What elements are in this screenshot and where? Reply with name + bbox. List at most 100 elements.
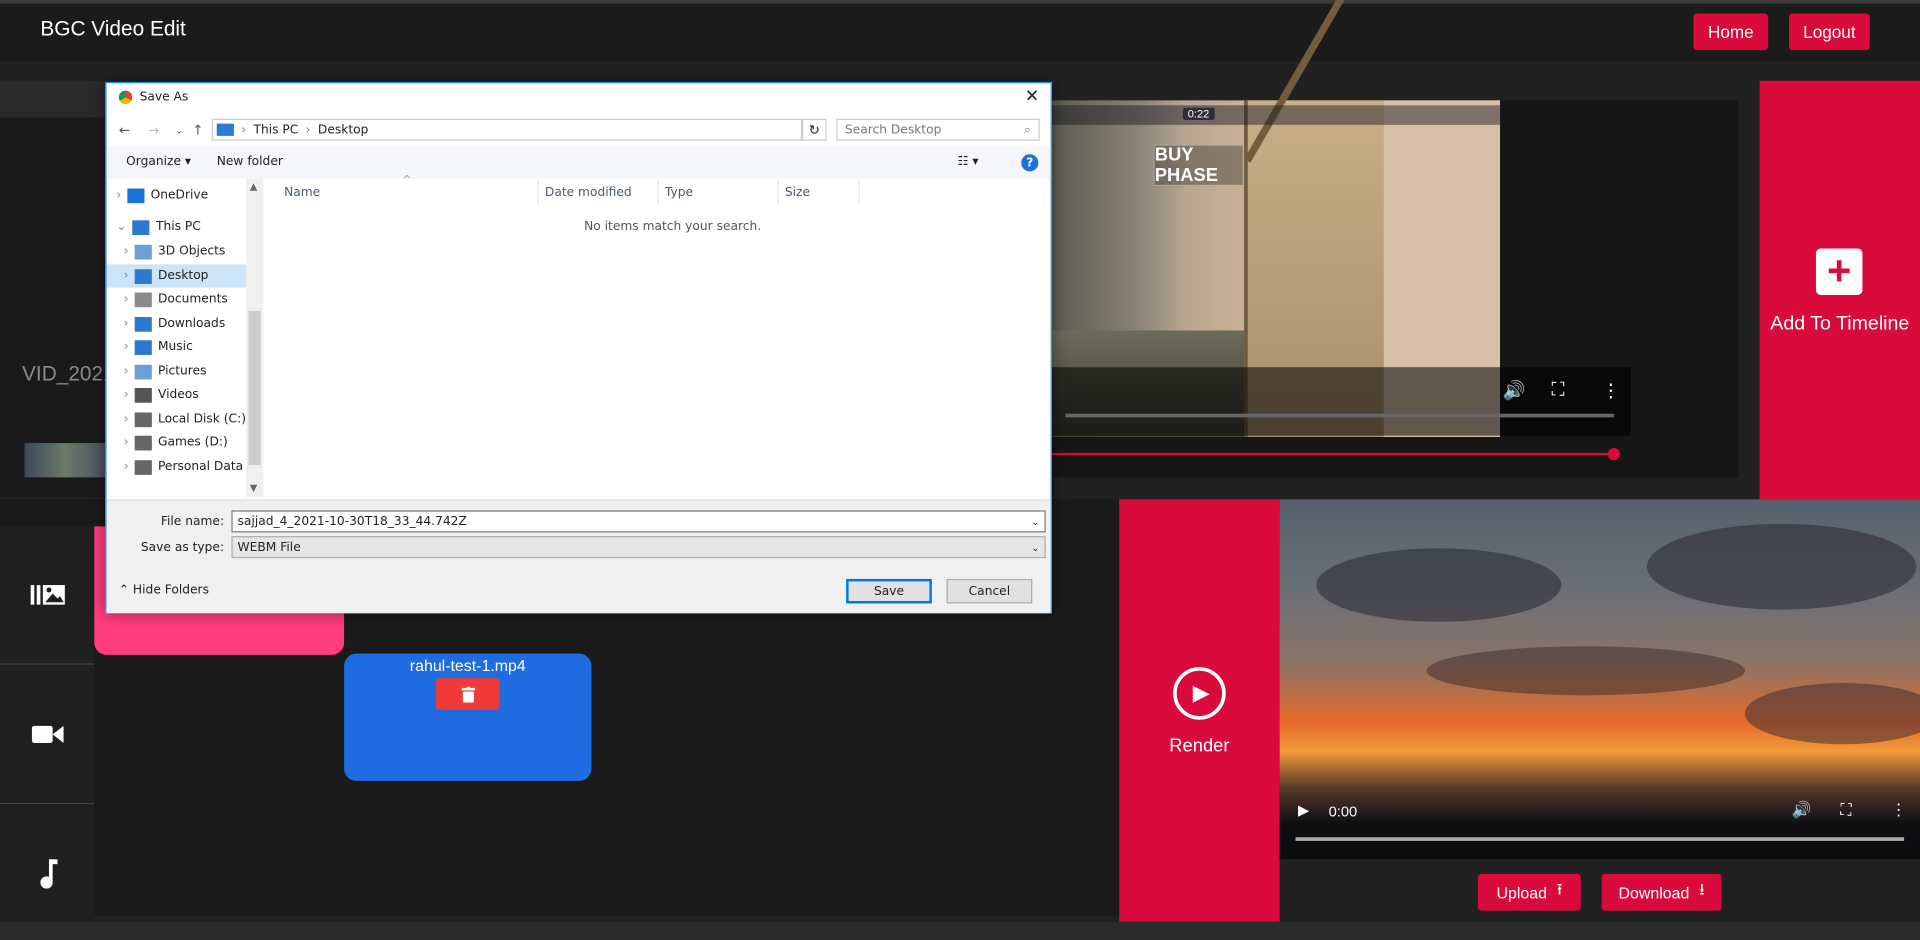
- fullscreen-icon[interactable]: ⛶: [1551, 379, 1564, 400]
- scroll-down-icon[interactable]: ▼: [250, 482, 258, 493]
- computer-icon: [216, 123, 234, 136]
- add-to-timeline-button[interactable]: + Add To Timeline: [1759, 80, 1920, 500]
- video-seek-bar[interactable]: [1295, 837, 1905, 841]
- dialog-footer: File name: sajjad_4_2021-10-30T18_33_44.…: [106, 499, 1051, 614]
- upload-button[interactable]: Upload ⭱: [1477, 873, 1581, 911]
- recent-dropdown-icon[interactable]: ⌄: [175, 125, 183, 136]
- chevron-right-icon[interactable]: ›: [124, 293, 129, 306]
- nav-item[interactable]: › Downloads: [107, 312, 247, 335]
- forward-arrow-icon[interactable]: →: [148, 122, 159, 138]
- chevron-right-icon[interactable]: ›: [124, 388, 129, 401]
- image-library-icon[interactable]: [0, 526, 95, 665]
- chevron-right-icon[interactable]: ›: [116, 188, 121, 201]
- render-button[interactable]: ▶ Render: [1119, 499, 1280, 922]
- address-bar[interactable]: › This PC › Desktop: [211, 118, 803, 141]
- delete-clip-button[interactable]: [435, 678, 500, 710]
- chevron-right-icon[interactable]: ›: [124, 269, 129, 282]
- file-name-label: File name:: [160, 515, 225, 529]
- nav-item[interactable]: › 3D Objects: [107, 240, 247, 263]
- video-thumbnail[interactable]: [24, 443, 106, 478]
- volume-icon[interactable]: 🔊: [1502, 379, 1525, 402]
- save-button[interactable]: Save: [846, 578, 932, 604]
- breadcrumb-item[interactable]: This PC: [253, 123, 298, 136]
- column-divider: [777, 178, 779, 204]
- nav-item[interactable]: › Games (D:): [107, 431, 247, 454]
- play-icon[interactable]: ▶: [1298, 802, 1309, 819]
- timeline-clip[interactable]: rahul-test-1.mp4: [344, 653, 592, 781]
- nav-item[interactable]: › Local Disk (C:): [107, 408, 247, 431]
- chevron-down-icon[interactable]: ⌄: [116, 220, 126, 233]
- more-options-icon[interactable]: ⋮: [1891, 800, 1907, 820]
- column-divider: [858, 178, 860, 204]
- column-type[interactable]: Type: [665, 186, 693, 199]
- nav-item[interactable]: › Pictures: [107, 360, 247, 383]
- buy-phase-banner: BUY PHASE: [1153, 144, 1245, 187]
- column-size[interactable]: Size: [785, 186, 810, 199]
- help-icon[interactable]: ?: [1021, 154, 1039, 172]
- close-icon[interactable]: ✕: [1025, 87, 1039, 107]
- music-icon: [134, 339, 152, 355]
- column-divider: [537, 178, 539, 204]
- video-seek-bar[interactable]: [1065, 413, 1614, 418]
- trim-slider-handle[interactable]: [1607, 447, 1621, 461]
- save-type-value: WEBM File: [237, 540, 301, 554]
- nav-item-label: Pictures: [157, 364, 207, 379]
- drive-icon: [134, 411, 152, 427]
- nav-item[interactable]: › Desktop: [106, 264, 247, 288]
- file-name-value: sajjad_4_2021-10-30T18_33_44.742Z: [237, 514, 467, 529]
- dialog-title: Save As: [139, 90, 189, 105]
- nav-scrollbar-thumb[interactable]: [248, 310, 261, 466]
- nav-item-label: Games (D:): [157, 435, 228, 450]
- upload-icon: ⭱: [1556, 880, 1563, 899]
- chevron-right-icon[interactable]: ›: [124, 436, 129, 449]
- music-note-icon[interactable]: [0, 805, 94, 940]
- chevron-right-icon[interactable]: ›: [124, 412, 129, 425]
- volume-icon[interactable]: 🔊: [1791, 800, 1811, 820]
- video-controls: [1050, 367, 1632, 436]
- save-as-dialog: Save As ✕ ← → ⌄ ↑ › This PC › Desktop ↻ …: [105, 82, 1052, 614]
- nav-item[interactable]: ⌄ This PC: [107, 215, 247, 238]
- nav-item[interactable]: › Documents: [107, 288, 247, 311]
- nav-item[interactable]: › OneDrive: [107, 184, 247, 207]
- picture-icon: [134, 364, 152, 379]
- chevron-right-icon[interactable]: ›: [124, 365, 129, 378]
- video-camera-icon[interactable]: [0, 666, 95, 805]
- chevron-down-icon[interactable]: ⌄: [1031, 542, 1039, 553]
- search-input[interactable]: Search Desktop ⌕: [836, 118, 1040, 141]
- column-date-modified[interactable]: Date modified: [545, 186, 632, 199]
- dialog-toolbar: Organize ▾ New folder ☷ ▾ ?: [106, 146, 1051, 179]
- cube-icon: [134, 244, 152, 259]
- chevron-down-icon[interactable]: ⌄: [1031, 516, 1039, 527]
- fullscreen-icon[interactable]: ⛶: [1840, 800, 1851, 820]
- navigation-pane: › OneDrive ⌄ This PC › 3D Objects › Desktop › Doc…: [106, 179, 264, 497]
- up-arrow-icon[interactable]: ↑: [192, 122, 203, 138]
- upload-label: Upload: [1496, 883, 1547, 902]
- chevron-right-icon[interactable]: ›: [124, 245, 129, 258]
- download-button[interactable]: Download ⭳: [1601, 873, 1722, 911]
- nav-item[interactable]: › Music: [107, 335, 247, 358]
- refresh-icon[interactable]: ↻: [802, 118, 827, 141]
- more-options-icon[interactable]: ⋮: [1602, 379, 1620, 402]
- new-folder-button[interactable]: New folder: [217, 155, 283, 168]
- video-icon: [134, 387, 152, 403]
- top-bar: [0, 0, 1920, 62]
- column-name[interactable]: Name: [284, 186, 320, 199]
- hide-folders-toggle[interactable]: ⌃ Hide Folders: [119, 584, 209, 597]
- nav-item[interactable]: › Videos: [107, 383, 247, 406]
- view-options-icon[interactable]: ☷ ▾: [958, 155, 979, 168]
- chevron-right-icon[interactable]: ›: [124, 317, 129, 330]
- back-arrow-icon[interactable]: ←: [119, 122, 130, 138]
- clip-name: rahul-test-1.mp4: [409, 656, 526, 675]
- breadcrumb-item[interactable]: Desktop: [318, 123, 369, 136]
- cancel-button[interactable]: Cancel: [946, 578, 1033, 604]
- save-type-select[interactable]: WEBM File ⌄: [231, 536, 1046, 559]
- home-button[interactable]: Home: [1693, 13, 1769, 51]
- file-name-input[interactable]: sajjad_4_2021-10-30T18_33_44.742Z ⌄: [231, 510, 1046, 533]
- nav-item[interactable]: › Personal Data (E: [107, 455, 246, 478]
- scroll-up-icon[interactable]: ▲: [250, 181, 258, 192]
- chevron-right-icon[interactable]: ›: [124, 340, 129, 353]
- organize-menu[interactable]: Organize ▾: [126, 155, 191, 168]
- logout-button[interactable]: Logout: [1788, 13, 1870, 51]
- chevron-right-icon[interactable]: ›: [124, 460, 129, 473]
- trim-slider-track[interactable]: [1050, 452, 1617, 456]
